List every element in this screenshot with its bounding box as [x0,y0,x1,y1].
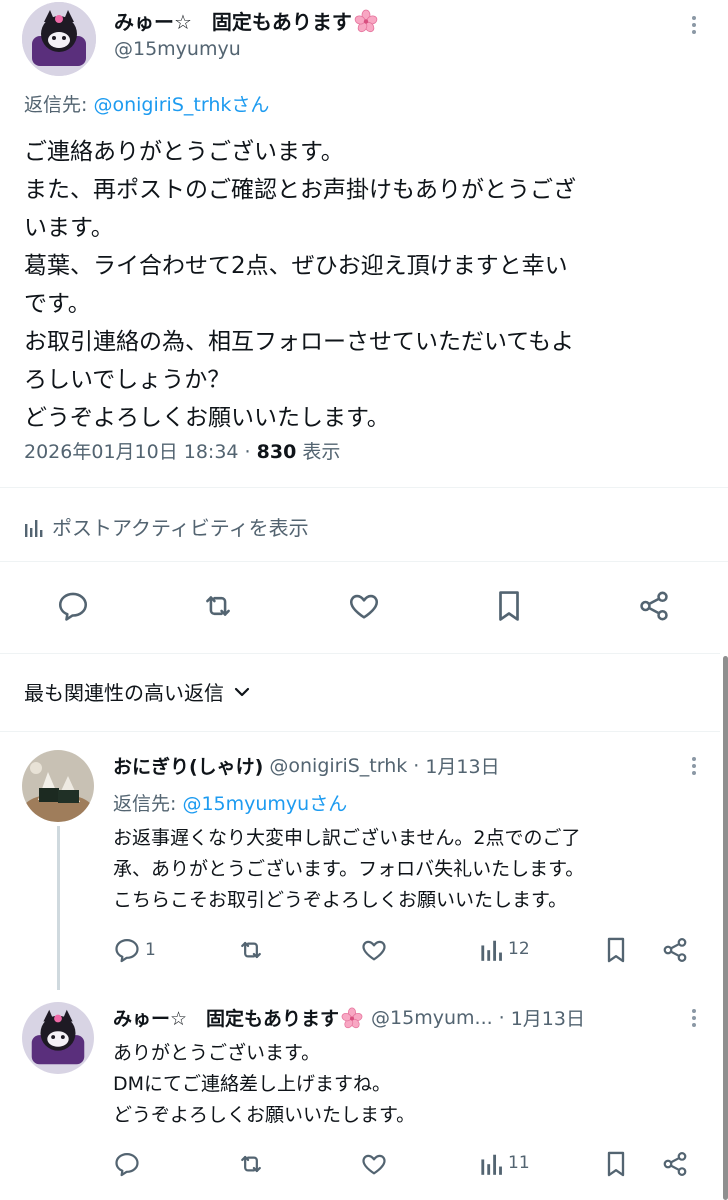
reply-body-line: 承、ありがとうございます。フォロバ失礼いたします。 [113,858,585,880]
like-icon[interactable] [346,589,382,623]
like-icon[interactable] [359,936,389,964]
divider [0,731,720,732]
display-name[interactable]: おにぎり(しゃけ) [113,752,263,779]
more-icon[interactable] [688,16,700,34]
reply-sort-dropdown[interactable]: 最も関連性の高い返信 [24,677,252,706]
reply-body-line: DMにてご連絡差し上げますね。 [113,1073,392,1095]
post-body-line: ご連絡ありがとうございます。 [24,139,344,165]
reply-header: おにぎり(しゃけ) @onigiriS_trhk · 1月13日 [113,752,500,779]
avatar[interactable] [22,2,96,76]
share-icon[interactable] [661,936,689,964]
separator-dot: · [413,754,420,777]
reply-to-prefix: 返信先: [24,94,94,116]
post-body-line: また、再ポストのご確認とお声掛けもありがとうござ [24,177,576,203]
views-count: 830 [256,441,297,463]
reply-to-line: 返信先: @onigiriS_trhkさん [24,90,269,117]
thread-line [57,826,60,990]
more-icon[interactable] [688,757,700,775]
reply-to-suffix: さん [309,793,348,815]
chevron-down-icon [232,682,252,702]
views-action[interactable]: 12 [480,936,530,962]
bookmark-icon[interactable] [604,936,628,964]
post-body: ご連絡ありがとうございます。 また、再ポストのご確認とお声掛けもありがとうござ … [24,133,576,437]
repost-icon[interactable] [200,589,236,623]
views-count: 11 [508,1153,530,1173]
user-handle[interactable]: @15myum... [371,1007,493,1029]
post-activity-link[interactable]: ポストアクティビティを表示 [24,512,309,541]
scrollbar[interactable] [723,656,728,1200]
analytics-icon [24,516,44,538]
post-body-line: お取引連絡の為、相互フォローさせていただいてもよ [24,329,575,355]
sakura-icon [354,9,378,33]
reply-action[interactable]: 1 [113,936,156,964]
reply-header: みゅー☆ 固定もあります @15myum... · 1月13日 [113,1004,585,1031]
display-name[interactable]: みゅー☆ 固定もあります [114,6,352,35]
divider [0,561,728,562]
reply-to-prefix: 返信先: [113,793,183,815]
sakura-icon [341,1007,363,1029]
like-icon[interactable] [359,1150,389,1178]
share-icon[interactable] [637,589,671,623]
avatar[interactable] [22,1002,94,1074]
reply-count: 1 [145,940,156,960]
repost-icon[interactable] [236,936,266,964]
reply-body-line: お返事遅くなり大変申し訳ございません。2点でのご了 [113,827,581,849]
divider [0,653,720,654]
reply-body-line: こちらこそお取引どうぞよろしくお願いいたします。 [113,889,568,911]
reply-icon[interactable] [113,1150,141,1178]
reply-icon[interactable] [56,589,90,623]
reply-date[interactable]: 1月13日 [511,1004,585,1031]
views-icon [480,1150,504,1176]
views-label: 表示 [296,441,341,463]
reply-to-line: 返信先: @15myumyuさん [113,789,347,816]
user-handle[interactable]: @onigiriS_trhk [269,755,407,777]
reply-to-suffix: さん [231,94,270,116]
reply-icon [113,936,141,964]
reply-to-handle[interactable]: @15myumyu [182,793,309,815]
reply-body: お返事遅くなり大変申し訳ございません。2点でのご了 承、ありがとうございます。フ… [113,823,584,916]
post-body-line: 葛葉、ライ合わせて2点、ぜひお迎え頂けますと幸い [24,253,568,279]
reply-date[interactable]: 1月13日 [425,752,499,779]
post-body-line: います。 [24,215,114,241]
post-activity-label: ポストアクティビティを表示 [52,516,309,540]
reply-body-line: どうぞよろしくお願いいたします。 [113,1104,416,1126]
separator-dot: · [498,1006,505,1029]
reply-body-line: ありがとうございます。 [113,1042,321,1064]
avatar[interactable] [22,750,94,822]
reply-body: ありがとうございます。 DMにてご連絡差し上げますね。 どうぞよろしくお願いいた… [113,1038,415,1131]
post-timestamp[interactable]: 2026年01月10日 18:34 · [24,441,257,463]
post-body-line: どうぞよろしくお願いいたします。 [24,405,390,431]
post-meta: 2026年01月10日 18:34 · 830 表示 [24,437,340,464]
post-body-line: です。 [24,291,91,317]
reply-sort-label: 最も関連性の高い返信 [24,681,224,705]
display-name[interactable]: みゅー☆ 固定もあります [113,1004,339,1031]
divider [0,487,728,488]
bookmark-icon[interactable] [604,1150,628,1178]
repost-icon[interactable] [236,1150,266,1178]
views-count: 12 [508,939,530,959]
views-icon [480,936,504,962]
share-icon[interactable] [661,1150,689,1178]
reply-to-handle[interactable]: @onigiriS_trhk [93,94,231,116]
post-body-line: ろしいでしょうか？ [24,367,231,393]
views-action[interactable]: 11 [480,1150,530,1176]
bookmark-icon[interactable] [494,589,524,623]
user-handle[interactable]: @15myumyu [114,38,241,60]
more-icon[interactable] [688,1009,700,1027]
